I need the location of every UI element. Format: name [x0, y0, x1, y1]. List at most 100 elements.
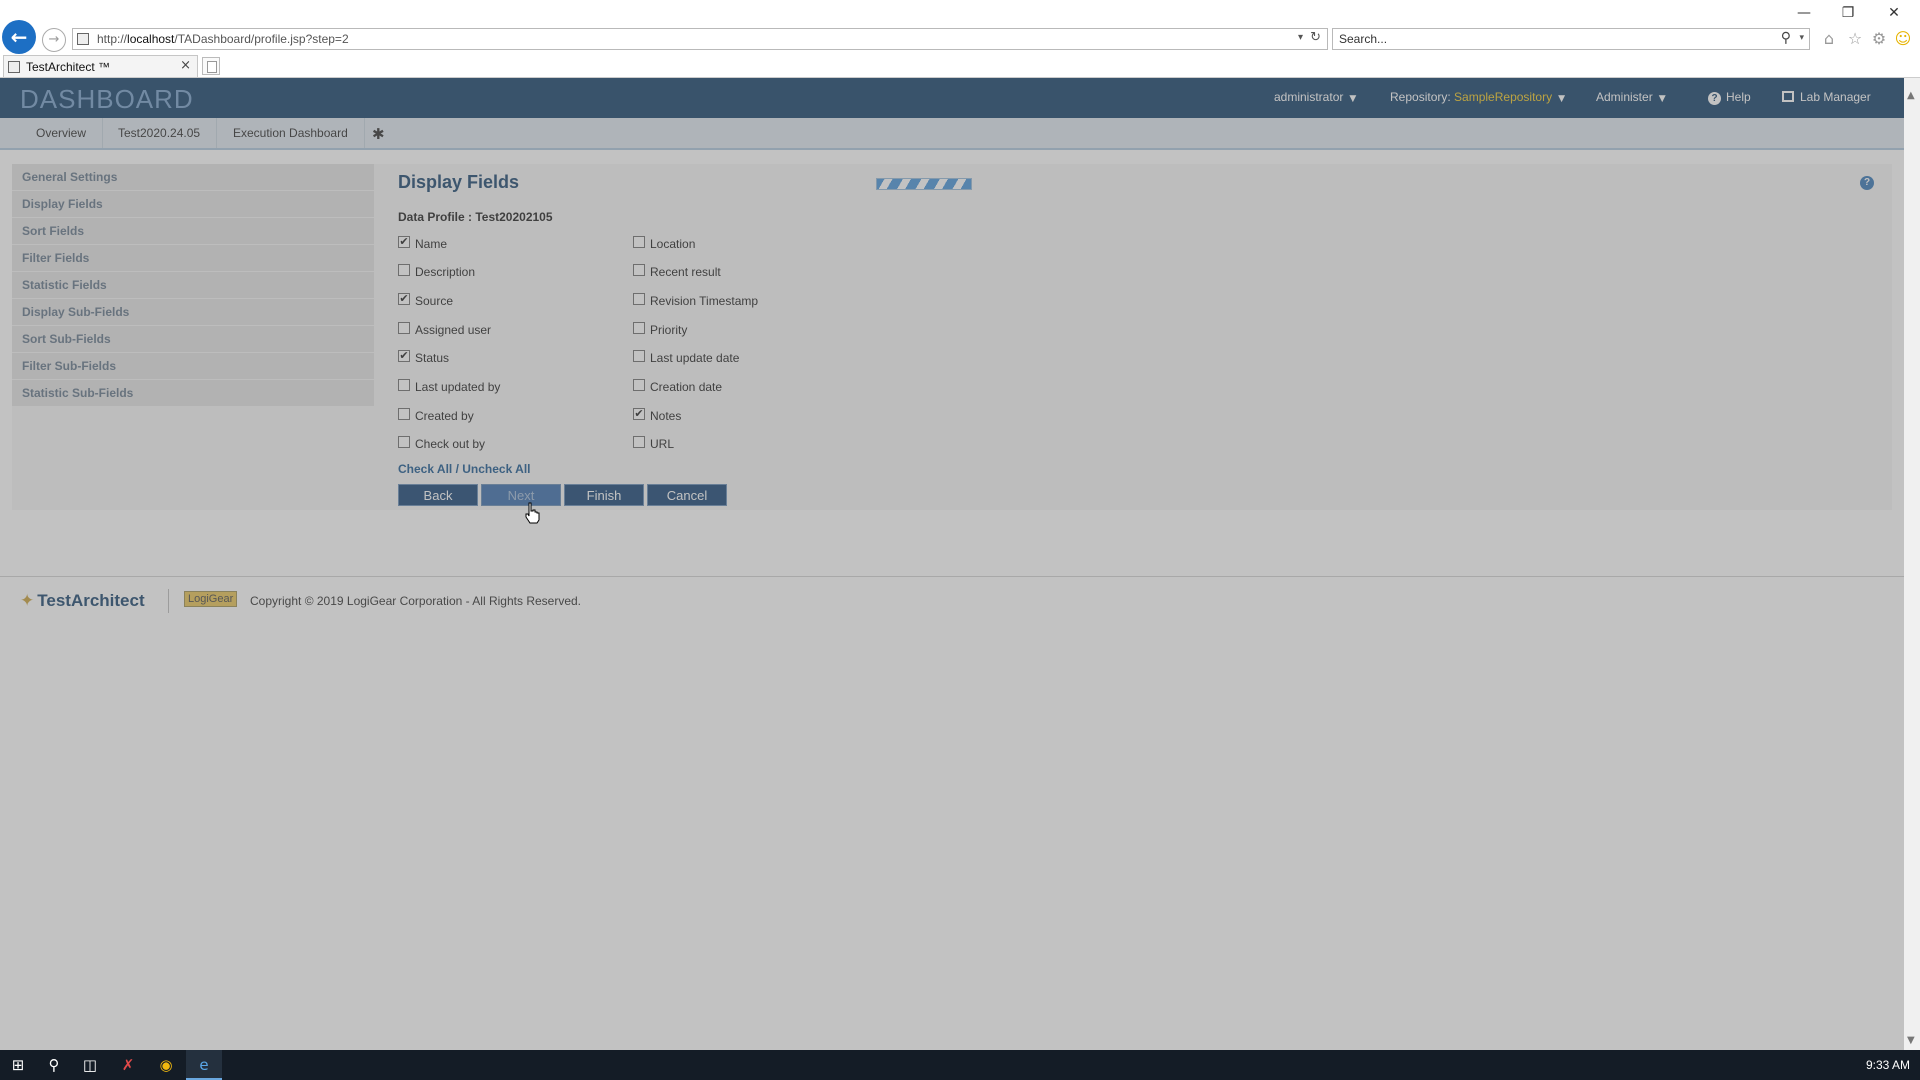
task-view-icon[interactable]: ◫: [72, 1050, 108, 1080]
browser-tab[interactable]: TestArchitect ™ ×: [3, 55, 198, 77]
footer-brand: TestArchitect: [37, 591, 145, 610]
chevron-down-icon: ▼: [1658, 94, 1666, 104]
url-checkbox[interactable]: [633, 436, 645, 448]
forward-button[interactable]: →: [42, 28, 66, 52]
internet-explorer-icon[interactable]: e: [186, 1050, 222, 1080]
field-label: Notes: [650, 409, 682, 423]
administer-menu[interactable]: Administer ▼: [1596, 90, 1666, 104]
testarchitect-logo-icon: ✦: [20, 591, 35, 611]
field-label: Revision Timestamp: [650, 294, 759, 308]
address-bar[interactable]: http://localhost/TADashboard/profile.jsp…: [72, 28, 1328, 50]
field-label: Status: [415, 351, 450, 365]
app-header: DASHBOARD administrator ▼ Repository: Sam…: [0, 78, 1904, 118]
restore-icon[interactable]: ❐: [1834, 3, 1862, 23]
tab-overview[interactable]: Overview: [20, 118, 104, 148]
sidebar-item-filter-fields[interactable]: Filter Fields: [12, 245, 374, 271]
revision-timestamp-checkbox[interactable]: [633, 293, 645, 305]
windows-start-icon[interactable]: ⊞: [0, 1050, 36, 1080]
minimize-icon[interactable]: —: [1790, 3, 1818, 23]
created-by-checkbox[interactable]: [398, 408, 410, 420]
recent-result-checkbox[interactable]: [633, 264, 645, 276]
field-label: Location: [650, 237, 696, 251]
field-label: Assigned user: [415, 323, 492, 337]
assigned-user-checkbox[interactable]: [398, 322, 410, 334]
favorites-star-icon[interactable]: ☆: [1844, 28, 1866, 50]
field-label: Priority: [650, 323, 688, 337]
search-icon[interactable]: ⚲: [1781, 30, 1791, 46]
close-icon[interactable]: ✕: [1880, 3, 1908, 23]
field-label: Source: [415, 294, 454, 308]
address-dropdown-icon[interactable]: ▾: [1298, 32, 1303, 43]
sidebar-item-statistic-sub-fields[interactable]: Statistic Sub-Fields: [12, 380, 374, 406]
refresh-icon[interactable]: ↻: [1310, 30, 1321, 45]
chevron-down-icon: ▼: [1349, 94, 1357, 104]
creation-date-checkbox[interactable]: [633, 379, 645, 391]
sidebar-item-display-fields[interactable]: Display Fields: [12, 191, 374, 217]
loading-progress-bar: [876, 178, 972, 190]
question-help-icon[interactable]: ?: [1860, 176, 1874, 190]
sidebar-item-filter-sub-fields[interactable]: Filter Sub-Fields: [12, 353, 374, 379]
taskbar-clock: 9:33 AM: [1865, 1058, 1910, 1072]
main-nav: Overview Test2020.24.05 Execution Dashbo…: [0, 118, 1904, 150]
next-button[interactable]: Next: [481, 484, 561, 506]
cancel-button[interactable]: Cancel: [647, 484, 727, 506]
home-icon[interactable]: ⌂: [1818, 28, 1840, 50]
check-all-link[interactable]: Check All / Uncheck All: [398, 462, 531, 476]
browser-search-input[interactable]: Search... ⚲ ▾: [1332, 28, 1810, 50]
browser-tab-strip: TestArchitect ™ ×: [0, 54, 1920, 78]
source-checkbox[interactable]: ✔: [398, 293, 410, 305]
back-button[interactable]: Back: [398, 484, 478, 506]
description-checkbox[interactable]: [398, 264, 410, 276]
field-label: Creation date: [650, 380, 723, 394]
last-update-date-checkbox[interactable]: [633, 350, 645, 362]
finish-button[interactable]: Finish: [564, 484, 644, 506]
data-profile-label: Data Profile : Test20202105: [398, 210, 553, 224]
dashboard-logo[interactable]: DASHBOARD: [20, 84, 194, 115]
logigear-logo: LogiGear: [184, 591, 238, 607]
search-dropdown-icon[interactable]: ▾: [1799, 33, 1804, 43]
feedback-smiley-icon[interactable]: ☺: [1892, 28, 1914, 50]
pin-icon[interactable]: ✱: [372, 125, 385, 143]
new-tab-button[interactable]: [202, 57, 220, 75]
user-menu[interactable]: administrator ▼: [1274, 90, 1356, 104]
field-label: Recent result: [650, 265, 721, 279]
search-placeholder: Search...: [1339, 32, 1388, 46]
name-checkbox[interactable]: ✔: [398, 236, 410, 248]
window-titlebar: — ❐ ✕: [0, 0, 1920, 26]
notes-checkbox[interactable]: ✔: [633, 408, 645, 420]
search-icon[interactable]: ⚲: [36, 1050, 72, 1080]
location-checkbox[interactable]: [633, 236, 645, 248]
sidebar-item-sort-fields[interactable]: Sort Fields: [12, 218, 374, 244]
field-label: Created by: [415, 409, 474, 423]
tab-favicon-icon: [8, 61, 20, 73]
scroll-up-icon[interactable]: ▲: [1907, 90, 1915, 101]
site-favicon-icon: [77, 33, 89, 45]
status-checkbox[interactable]: ✔: [398, 350, 410, 362]
sidebar-item-general-settings[interactable]: General Settings: [12, 164, 374, 190]
sidebar-item-sort-sub-fields[interactable]: Sort Sub-Fields: [12, 326, 374, 352]
lab-manager-link[interactable]: Lab Manager: [1782, 90, 1871, 104]
settings-gear-icon[interactable]: ⚙: [1868, 28, 1890, 50]
app-pin-icon[interactable]: ✗: [110, 1050, 146, 1080]
sidebar-item-statistic-fields[interactable]: Statistic Fields: [12, 272, 374, 298]
help-menu[interactable]: ? Help: [1708, 90, 1751, 105]
repository-menu[interactable]: Repository: SampleRepository ▼: [1390, 90, 1565, 104]
chrome-icon[interactable]: ◉: [148, 1050, 184, 1080]
check-out-by-checkbox[interactable]: [398, 436, 410, 448]
back-button[interactable]: ←: [2, 20, 36, 54]
web-page: DASHBOARD administrator ▼ Repository: Sam…: [0, 78, 1904, 1050]
user-name: administrator: [1274, 90, 1344, 104]
tab-close-icon[interactable]: ×: [180, 58, 191, 73]
field-label: Last updated by: [415, 380, 501, 394]
help-label: Help: [1726, 90, 1751, 104]
tab-execution-dashboard[interactable]: Execution Dashboard: [217, 118, 365, 148]
page-title: Display Fields: [398, 172, 520, 192]
tab-test2020[interactable]: Test2020.24.05: [102, 118, 218, 148]
sidebar-item-display-sub-fields[interactable]: Display Sub-Fields: [12, 299, 374, 325]
hand-cursor-icon: [525, 502, 540, 524]
last-updated-by-checkbox[interactable]: [398, 379, 410, 391]
field-label: Name: [415, 237, 448, 251]
scroll-down-icon[interactable]: ▼: [1907, 1035, 1915, 1046]
page-scrollbar[interactable]: ▲ ▼: [1904, 78, 1920, 1050]
priority-checkbox[interactable]: [633, 322, 645, 334]
